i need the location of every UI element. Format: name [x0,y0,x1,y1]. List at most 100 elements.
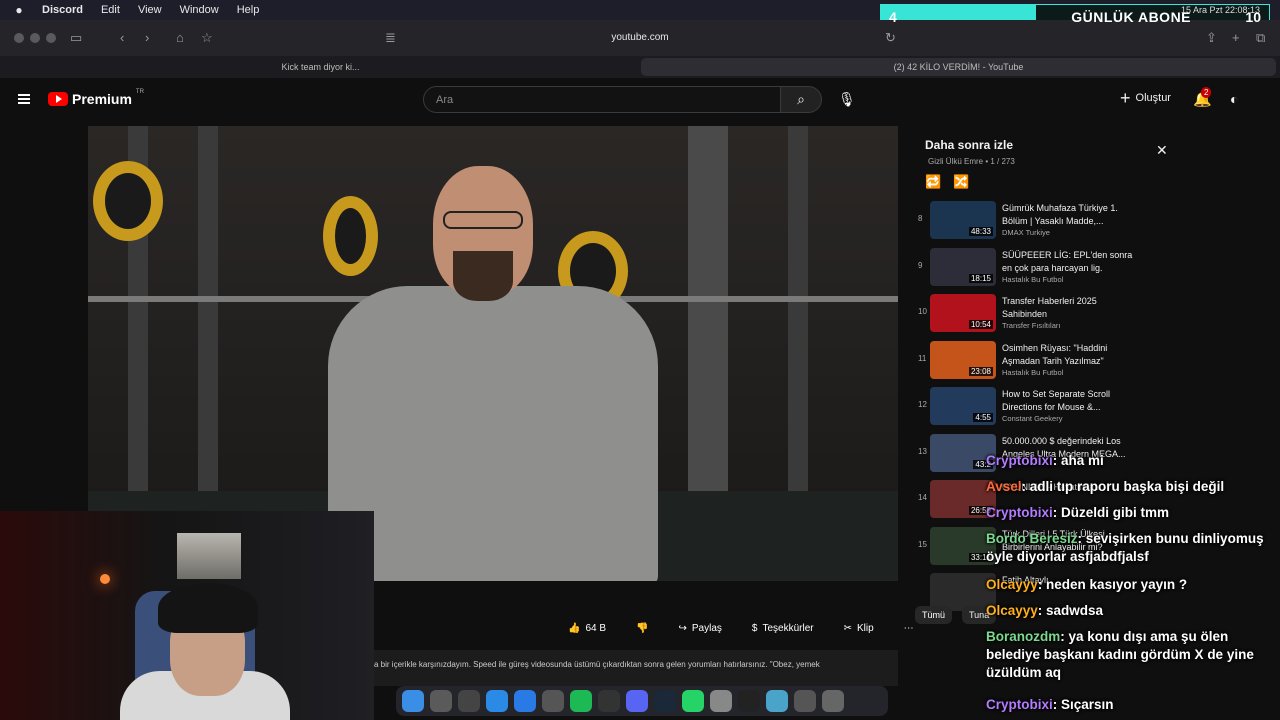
playlist-item[interactable]: 8 48:33 Gümrük Muhafaza Türkiye 1. Bölüm |… [912,198,1177,242]
chat-text: : adli tıp raporu başka bişi değil [1021,479,1225,494]
logo-text: Premium [72,91,132,107]
weight-plate [93,161,163,241]
playlist-item-channel[interactable]: Hastalık Bu Futbol [1002,368,1063,377]
chat-username[interactable]: Boranozdm [986,629,1060,644]
chat-username[interactable]: Cryptobixi [986,505,1053,520]
playlist-item-channel[interactable]: Constant Geekery [1002,414,1062,423]
video-thumbnail[interactable]: 4:55 [930,387,996,425]
dislike-button[interactable]: 👎 [628,616,656,640]
dock [396,686,888,716]
shuffle-icon[interactable]: 🔀 [953,174,969,190]
scissors-icon: ✂ [843,622,852,634]
finder-icon[interactable] [402,690,424,712]
apple-icon[interactable]: ● [14,3,24,17]
search-icon: ⌕ [797,91,805,107]
address-bar[interactable]: youtube.com [0,32,1280,43]
share-icon[interactable]: ⇪ [1206,30,1217,46]
subject-glasses [443,211,523,229]
clip-button[interactable]: ✂ Klip [836,616,882,640]
menu-item-help[interactable]: Help [237,4,260,16]
files-icon[interactable] [710,690,732,712]
menu-item-view[interactable]: View [138,4,162,16]
notion-icon[interactable] [598,690,620,712]
steam-icon[interactable] [654,690,676,712]
playlist-item-title[interactable]: Gümrük Muhafaza Türkiye 1. Bölüm | Yasak… [1002,202,1142,228]
chat-username[interactable]: Avsel [986,479,1022,494]
streamer-webcam [0,511,374,720]
video-thumbnail[interactable]: 48:33 [930,201,996,239]
tab-youtube[interactable]: (2) 42 KİLO VERDİM! - YouTube [641,58,1276,76]
trash-icon[interactable] [822,690,844,712]
like-button[interactable]: 👍 64 B [560,616,614,640]
playlist-controls: 🔁 🔀 [925,174,969,190]
playlist-title[interactable]: Daha sonra izle [925,138,1013,152]
discord-icon[interactable] [626,690,648,712]
tab-overview-icon[interactable]: ⧉ [1256,30,1265,46]
video-thumbnail[interactable]: 23:08 [930,340,996,379]
tab-kick[interactable]: Kick team diyor ki... [8,58,633,76]
playlist-item[interactable]: 12 4:55 How to Set Separate Scroll Directi… [912,384,1177,428]
share-label: Paylaş [691,622,722,634]
menu-icon[interactable] [18,94,30,104]
safari-icon[interactable] [486,690,508,712]
spotify-icon[interactable] [570,690,592,712]
playlist-item-channel[interactable]: Transfer Fısıltıları [1002,321,1060,330]
launchpad-icon[interactable] [458,690,480,712]
playlist-item[interactable]: 9 18:15 SÜÜPEEER LİG: EPL'den sonra en çok… [912,245,1177,289]
playlist-item-index: 14 [918,493,927,502]
chat-username[interactable]: Olcayyy [986,603,1038,618]
chat-username[interactable]: Olcayyy [986,577,1038,592]
menu-item-edit[interactable]: Edit [101,4,120,16]
create-button[interactable]: + Oluştur [1120,89,1171,107]
chat-text: : Düzeldi gibi tmm [1052,505,1170,520]
chat-message: Cryptobixi: Düzeldi gibi tmm [986,504,1280,522]
obs-icon[interactable] [542,690,564,712]
playlist-item-title[interactable]: Osimhen Rüyası: "Haddini Aşmadan Tarih Y… [1002,342,1142,368]
chrome-icon[interactable] [430,690,452,712]
chat-username[interactable]: Bordo Beresiz [986,531,1078,546]
create-label: Oluştur [1135,92,1171,104]
terminal-icon[interactable] [738,690,760,712]
reload-icon[interactable]: ↻ [885,30,896,46]
playlist-item-title[interactable]: SÜÜPEEER LİG: EPL'den sonra en çok para … [1002,249,1142,275]
chat-text: : Sıçarsın [1052,697,1114,712]
menu-item-window[interactable]: Window [180,4,219,16]
whatsapp-icon[interactable] [682,690,704,712]
menu-app-name[interactable]: Discord [42,4,83,16]
thumbs-up-icon: 👍 [568,622,581,634]
chat-message: Cryptobixi: aha mi [986,452,1280,470]
playlist-item-channel[interactable]: DMAX Turkiye [1002,228,1050,237]
youtube-logo[interactable]: Premium TR [48,89,144,107]
playlist-item-index: 15 [918,539,927,549]
playlist-item-title[interactable]: How to Set Separate Scroll Directions fo… [1002,388,1142,414]
playlist-item-channel[interactable]: Hastalık Bu Futbol [1002,275,1063,284]
clip-label: Klip [856,622,874,634]
youtube-play-icon [48,92,68,106]
playlist-item[interactable]: 11 23:08 Osimhen Rüyası: "Haddini Aşmadan … [912,338,1177,382]
search-input[interactable]: Ara [423,86,781,113]
microphone-icon[interactable]: 🎙 [838,91,856,108]
video-thumbnail[interactable]: 10:54 [930,294,996,332]
video-thumbnail[interactable]: 18:15 [930,247,996,286]
playlist-item-title[interactable]: Transfer Haberleri 2025 Sahibinden [1002,295,1142,321]
screenshot-icon[interactable] [794,690,816,712]
share-button[interactable]: ↪ Paylaş [670,616,729,640]
playlist-item[interactable]: 10 10:54 Transfer Haberleri 2025 Sahibinde… [912,291,1177,335]
chip-all[interactable]: Tümü [915,606,953,624]
video-description[interactable]: a bir içerikle karşınızdayım. Speed ile … [374,650,898,686]
search-button[interactable]: ⌕ [780,86,822,113]
wall-poster [177,533,241,579]
subscriber-count-left: 4 [889,9,897,25]
playlist-item-index: 13 [918,446,927,456]
chat-username[interactable]: Cryptobixi [986,453,1053,468]
close-icon[interactable]: ✕ [1156,142,1168,159]
folder-icon[interactable] [766,690,788,712]
playlist-item-index: 9 [918,260,923,270]
new-tab-icon[interactable]: + [1232,30,1240,45]
playlist-item-index: 10 [918,307,927,316]
thanks-button[interactable]: $ Teşekkürler [744,616,822,640]
appstore-icon[interactable] [514,690,536,712]
avatar[interactable]: ◐ [1230,91,1238,107]
chat-username[interactable]: Cryptobixi [986,697,1053,712]
loop-icon[interactable]: 🔁 [925,174,941,190]
